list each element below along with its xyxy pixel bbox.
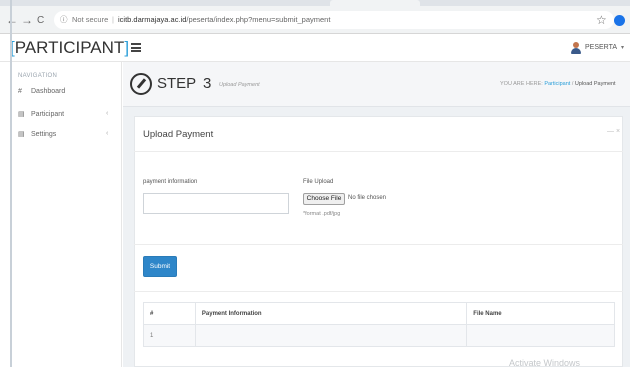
file-upload-label: File Upload bbox=[303, 179, 334, 185]
url-text: icitb.darmajaya.ac.id/peserta/index.php?… bbox=[118, 11, 330, 29]
payment-table: # Payment Information File Name 1 bbox=[143, 302, 615, 347]
brand-bracket-close: ] bbox=[124, 38, 130, 57]
sidebar bbox=[0, 62, 122, 367]
security-status: Not secure bbox=[72, 15, 109, 24]
payment-info-label: payment information bbox=[143, 179, 198, 185]
bookmark-star-icon[interactable]: ☆ bbox=[596, 13, 607, 27]
pencil-icon bbox=[130, 73, 152, 95]
column-header-file-name: File Name bbox=[466, 302, 615, 325]
choose-file-button[interactable]: Choose File bbox=[303, 193, 345, 205]
breadcrumb-prefix: YOU ARE HERE: bbox=[500, 81, 543, 87]
chevron-left-icon: ‹ bbox=[106, 110, 109, 117]
table-header-row: # Payment Information File Name bbox=[143, 302, 615, 325]
user-name[interactable]: PESERTA bbox=[585, 44, 617, 51]
divider bbox=[134, 291, 623, 292]
chevron-left-icon: ‹ bbox=[106, 130, 109, 137]
sidebar-item-label: Participant bbox=[31, 111, 65, 118]
column-header-number: # bbox=[143, 302, 196, 325]
file-icon: ▤ bbox=[18, 131, 25, 138]
back-icon[interactable]: ← bbox=[6, 13, 18, 27]
table-cell bbox=[194, 324, 468, 347]
divider bbox=[134, 151, 623, 152]
step-number: 3 bbox=[203, 75, 212, 92]
table-cell: 1 bbox=[143, 324, 196, 347]
page-title: STEP bbox=[157, 75, 197, 92]
table-cell bbox=[466, 324, 615, 347]
url-host: icitb.darmajaya.ac.id bbox=[118, 15, 187, 24]
nav-heading: NAVIGATION bbox=[18, 73, 58, 79]
chevron-down-icon[interactable]: ▾ bbox=[621, 44, 624, 51]
format-hint: *format .pdf/jpg bbox=[303, 211, 341, 217]
info-icon[interactable]: ⓘ bbox=[60, 11, 68, 29]
table-row: 1 bbox=[143, 324, 615, 347]
sidebar-item-label: Dashboard bbox=[31, 88, 66, 95]
forward-icon[interactable]: → bbox=[21, 13, 33, 27]
brand-logo[interactable]: [PARTICIPANT] bbox=[10, 38, 129, 58]
file-icon: ▤ bbox=[18, 111, 25, 118]
sidebar-item-label: Settings bbox=[31, 131, 57, 138]
browser-toolbar: ← → C ⓘ Not secure | icitb.darmajaya.ac.… bbox=[0, 6, 630, 34]
profile-icon[interactable] bbox=[614, 15, 625, 26]
payment-info-input[interactable] bbox=[143, 193, 289, 214]
breadcrumb-link-participant[interactable]: Participant bbox=[544, 81, 570, 87]
sidebar-item-participant[interactable]: ▤ Participant ‹ bbox=[18, 110, 108, 122]
activate-windows-watermark: Activate Windows bbox=[509, 358, 581, 367]
breadcrumb-current: Upload Payment bbox=[574, 81, 616, 87]
divider bbox=[134, 244, 623, 245]
address-bar[interactable]: ⓘ Not secure | icitb.darmajaya.ac.id/pes… bbox=[54, 11, 614, 29]
submit-button[interactable]: Submit bbox=[143, 256, 177, 277]
breadcrumb: YOU ARE HERE: Participant / Upload Payme… bbox=[500, 81, 616, 87]
panel-title: Upload Payment bbox=[143, 129, 214, 140]
page-subtitle: Upload Payment bbox=[219, 82, 260, 88]
breadcrumb-separator: / bbox=[571, 81, 574, 87]
no-file-text: No file chosen bbox=[348, 195, 387, 201]
avatar[interactable] bbox=[571, 42, 581, 54]
address-separator: | bbox=[112, 15, 114, 24]
brand-text: PARTICIPANT bbox=[14, 38, 125, 57]
sidebar-item-dashboard[interactable]: # Dashboard bbox=[18, 88, 65, 100]
sidebar-item-settings[interactable]: ▤ Settings ‹ bbox=[18, 130, 108, 142]
sidebar-edge bbox=[10, 0, 12, 367]
app-header: [PARTICIPANT] PESERTA ▾ bbox=[0, 34, 630, 62]
url-path: /peserta/index.php?menu=submit_payment bbox=[186, 15, 331, 24]
dashboard-icon: # bbox=[18, 88, 22, 95]
menu-toggle-icon[interactable] bbox=[131, 43, 141, 52]
column-header-payment-information: Payment Information bbox=[194, 302, 468, 325]
panel-tools-icon[interactable]: — × bbox=[607, 128, 620, 135]
reload-icon[interactable]: C bbox=[37, 14, 44, 28]
